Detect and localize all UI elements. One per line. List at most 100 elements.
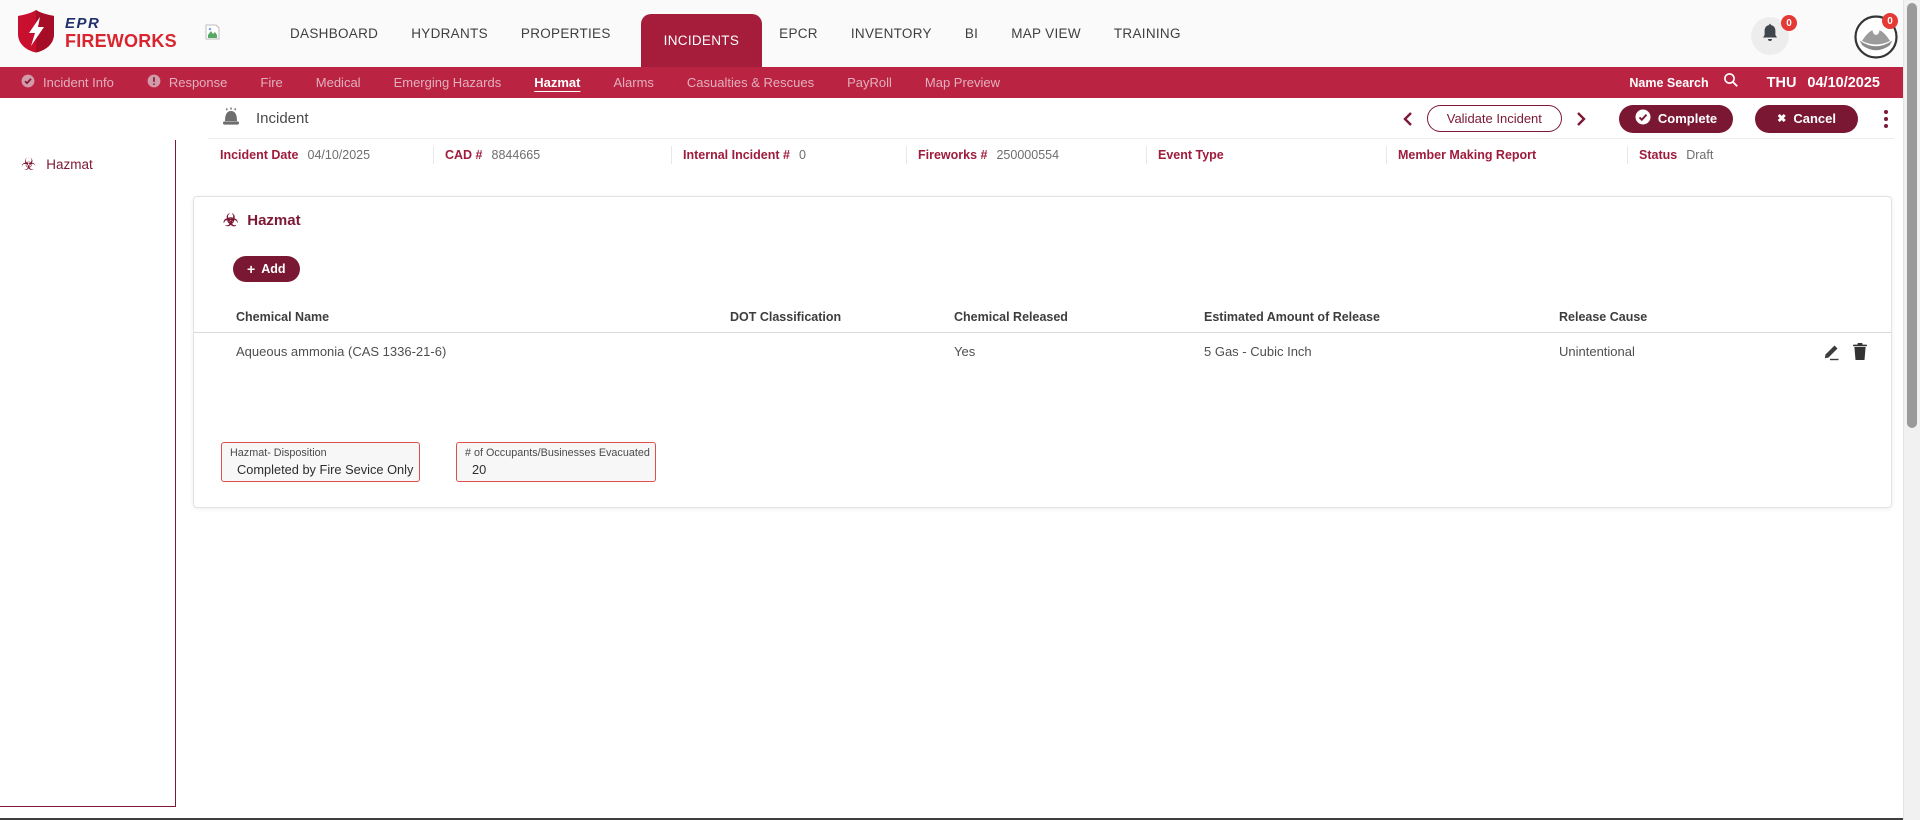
cancel-button[interactable]: ✖ Cancel (1755, 105, 1858, 133)
subnav-hazmat-active[interactable]: Hazmat (534, 75, 580, 90)
cancel-label: Cancel (1793, 111, 1836, 126)
biohazard-icon: ☣ (21, 156, 36, 173)
subnav-label: Response (169, 75, 228, 90)
name-search-label[interactable]: Name Search (1629, 76, 1708, 90)
cell-estimated-amount: 5 Gas - Cubic Inch (1204, 344, 1312, 359)
info-value: 250000554 (996, 148, 1059, 162)
info-cad-number: CAD # 8844665 (433, 146, 671, 164)
subnav-label: Incident Info (43, 75, 114, 90)
trash-icon (1852, 349, 1868, 364)
info-value: 04/10/2025 (308, 148, 371, 162)
field-label: Hazmat- Disposition (230, 447, 411, 459)
column-dot-classification: DOT Classification (730, 310, 841, 324)
subnav-medical[interactable]: Medical (316, 75, 361, 90)
hazmat-fields-row: Hazmat- Disposition Completed by Fire Se… (221, 442, 656, 482)
cell-release-cause: Unintentional (1559, 344, 1635, 359)
nav-training[interactable]: TRAINING (1114, 26, 1181, 41)
info-label: Fireworks # (918, 148, 987, 162)
subnav-alarms[interactable]: Alarms (613, 75, 653, 90)
incident-title: Incident (220, 107, 309, 131)
chemicals-table-header: Chemical Name DOT Classification Chemica… (194, 303, 1891, 333)
logo-shield-icon (16, 9, 56, 58)
nav-map-view[interactable]: MAP VIEW (1011, 26, 1081, 41)
previous-section-button[interactable] (1402, 111, 1413, 127)
delete-row-button[interactable] (1852, 342, 1868, 364)
nav-epcr[interactable]: EPCR (779, 26, 818, 41)
logo-line1: EPR (65, 16, 177, 32)
subnav-payroll[interactable]: PayRoll (847, 75, 892, 90)
notifications-badge: 0 (1781, 15, 1797, 31)
hazmat-section-title: ☣ Hazmat (223, 212, 301, 229)
column-release-cause: Release Cause (1559, 310, 1647, 324)
subnav-map-preview[interactable]: Map Preview (925, 75, 1000, 90)
subnav-emerging-hazards[interactable]: Emerging Hazards (394, 75, 502, 90)
info-label: Event Type (1158, 148, 1224, 162)
nav-incidents-active-tab[interactable]: INCIDENTS (641, 14, 762, 67)
subnav-fire[interactable]: Fire (260, 75, 282, 90)
vertical-scrollbar[interactable] (1903, 0, 1920, 820)
info-label: Internal Incident # (683, 148, 790, 162)
primary-navigation: DASHBOARD HYDRANTS PROPERTIES INCIDENTS … (290, 0, 1214, 67)
broken-image-icon (205, 24, 220, 45)
scrollbar-thumb[interactable] (1907, 3, 1917, 428)
subnav-casualties-rescues[interactable]: Casualties & Rescues (687, 75, 814, 90)
siren-icon (220, 107, 242, 131)
info-label: CAD # (445, 148, 483, 162)
info-fireworks-number: Fireworks # 250000554 (906, 146, 1146, 164)
section-sidebar: ☣ Hazmat (0, 140, 176, 807)
cell-chemical-released: Yes (954, 344, 975, 359)
info-label: Incident Date (220, 148, 299, 162)
column-estimated-amount: Estimated Amount of Release (1204, 310, 1380, 324)
info-value: Draft (1686, 148, 1713, 162)
info-status: Status Draft (1627, 146, 1894, 164)
profile-badge: 0 (1882, 13, 1898, 29)
info-label: Status (1639, 148, 1677, 162)
field-value: 20 (472, 462, 647, 477)
sidebar-item-label: Hazmat (46, 157, 93, 172)
search-icon[interactable] (1723, 72, 1739, 93)
info-internal-incident-number: Internal Incident # 0 (671, 146, 906, 164)
biohazard-icon: ☣ (223, 212, 238, 229)
column-chemical-name: Chemical Name (236, 310, 329, 324)
subnav-incident-info[interactable]: Incident Info (21, 74, 114, 91)
validate-incident-button[interactable]: Validate Incident (1427, 105, 1562, 132)
nav-inventory[interactable]: INVENTORY (851, 26, 932, 41)
more-options-menu[interactable] (1880, 106, 1892, 132)
incident-title-text: Incident (256, 110, 309, 127)
x-icon: ✖ (1777, 112, 1786, 125)
complete-button[interactable]: Complete (1619, 105, 1733, 133)
incident-sub-navigation: Incident Info Response Fire Medical Emer… (0, 67, 1920, 98)
hazmat-disposition-field[interactable]: Hazmat- Disposition Completed by Fire Se… (221, 442, 420, 482)
app-logo[interactable]: EPR FIREWORKS (16, 9, 177, 58)
occupants-evacuated-field[interactable]: # of Occupants/Businesses Evacuated 20 (456, 442, 656, 482)
info-incident-date: Incident Date 04/10/2025 (210, 146, 433, 164)
exclamation-circle-icon (147, 74, 161, 91)
add-label: Add (261, 262, 285, 276)
nav-dashboard[interactable]: DASHBOARD (290, 26, 378, 41)
bell-icon (1760, 23, 1780, 49)
info-label: Member Making Report (1398, 148, 1536, 162)
date-value: 04/10/2025 (1807, 75, 1880, 91)
info-value: 8844665 (492, 148, 541, 162)
info-value: 0 (799, 148, 806, 162)
field-value: Completed by Fire Sevice Only (237, 462, 411, 477)
check-circle-icon (21, 74, 35, 91)
hazmat-card: ☣ Hazmat + Add Chemical Name DOT Classif… (193, 196, 1892, 508)
edit-row-button[interactable] (1822, 342, 1841, 364)
incident-header-row: Incident Validate Incident Complete ✖ Ca… (208, 99, 1894, 139)
check-circle-icon (1635, 109, 1651, 128)
info-member-making-report: Member Making Report (1386, 146, 1627, 164)
logo-line2: FIREWORKS (65, 32, 177, 51)
next-section-button[interactable] (1576, 111, 1587, 127)
hazmat-title-text: Hazmat (247, 212, 300, 229)
day-of-week: THU (1767, 75, 1797, 91)
add-chemical-button[interactable]: + Add (233, 256, 300, 282)
nav-properties[interactable]: PROPERTIES (521, 26, 611, 41)
field-label: # of Occupants/Businesses Evacuated (465, 447, 647, 459)
info-event-type: Event Type (1146, 146, 1386, 164)
sidebar-item-hazmat[interactable]: ☣ Hazmat (0, 140, 175, 173)
table-row: Aqueous ammonia (CAS 1336-21-6) Yes 5 Ga… (194, 333, 1891, 373)
subnav-response[interactable]: Response (147, 74, 228, 91)
nav-hydrants[interactable]: HYDRANTS (411, 26, 488, 41)
nav-bi[interactable]: BI (965, 26, 978, 41)
